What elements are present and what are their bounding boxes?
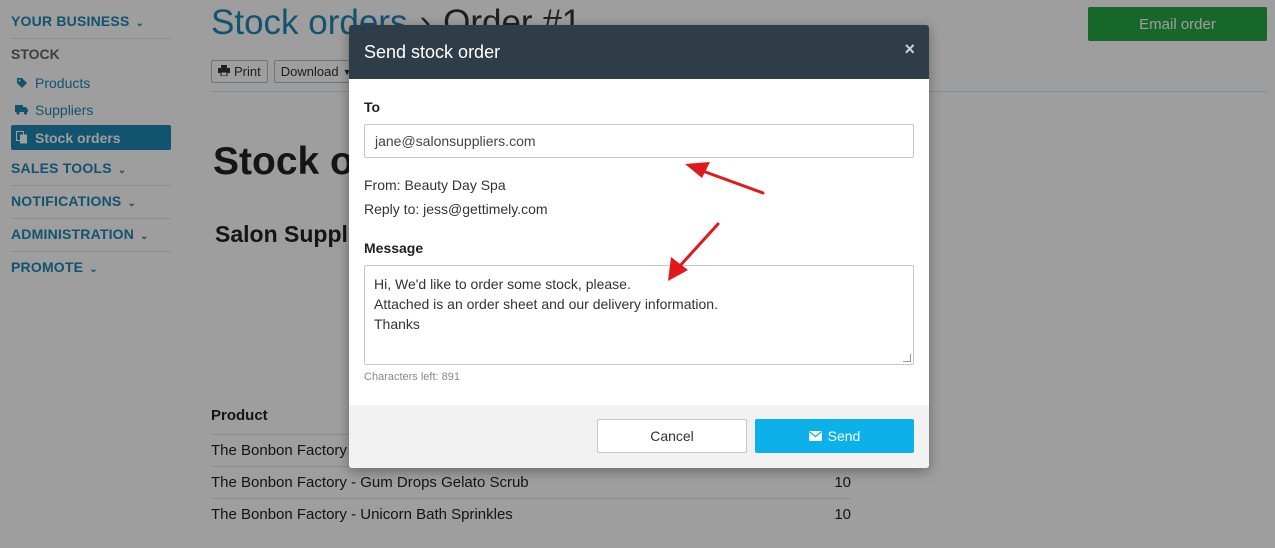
send-button[interactable]: Send xyxy=(755,419,914,453)
modal-header: Send stock order × xyxy=(349,25,929,79)
modal-title: Send stock order xyxy=(364,41,501,62)
to-email-value: jane@salonsuppliers.com xyxy=(375,133,536,149)
to-email-field[interactable]: jane@salonsuppliers.com xyxy=(364,124,914,158)
message-label: Message xyxy=(364,240,424,256)
send-stock-order-modal: Send stock order × To jane@salonsupplier… xyxy=(349,25,929,468)
resize-handle-icon[interactable] xyxy=(903,354,911,362)
close-icon[interactable]: × xyxy=(904,39,915,60)
message-line: Thanks xyxy=(374,316,420,332)
envelope-icon xyxy=(808,428,822,444)
send-label: Send xyxy=(827,428,861,444)
characters-left: Characters left: 891 xyxy=(364,371,460,383)
message-line: Hi, We'd like to order some stock, pleas… xyxy=(374,276,631,292)
message-line: Attached is an order sheet and our deliv… xyxy=(374,296,718,312)
modal-footer: Cancel Send xyxy=(349,405,929,468)
reply-to-line: Reply to: jess@gettimely.com xyxy=(364,201,548,217)
cancel-button[interactable]: Cancel xyxy=(597,419,747,453)
to-label: To xyxy=(364,99,381,115)
from-line: From: Beauty Day Spa xyxy=(364,177,506,193)
message-textarea[interactable]: Hi, We'd like to order some stock, pleas… xyxy=(364,265,914,365)
